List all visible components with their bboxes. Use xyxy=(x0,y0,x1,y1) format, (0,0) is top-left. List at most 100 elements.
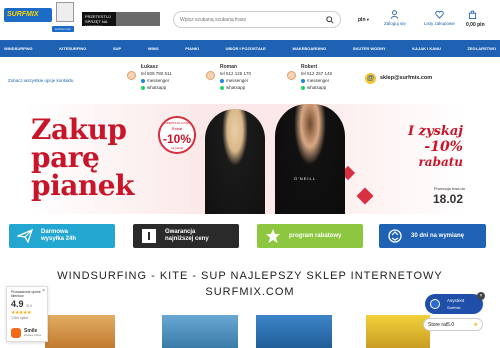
hero-offer-line3: rabatu xyxy=(418,155,463,169)
search-input[interactable] xyxy=(180,17,320,23)
nav-item-ubior[interactable]: Ubiór i pozostałe xyxy=(225,40,265,57)
category-thumbnail[interactable] xyxy=(45,315,115,348)
chat-title: Asystent xyxy=(447,298,465,303)
feature-line1: 30 dni na wymianę xyxy=(411,233,465,239)
heart-icon xyxy=(435,10,444,19)
nav-item-kitesurfing[interactable]: Kitesurfing xyxy=(59,40,86,57)
hero-headline-line3: pianek xyxy=(31,169,134,202)
chevron-down-icon: ▾ xyxy=(366,17,369,22)
main-nav: Windsurfing Kitesurfing SUP Wing Pianki … xyxy=(0,40,500,57)
smile-logo-icon xyxy=(11,328,21,338)
messenger-icon xyxy=(220,78,224,83)
badge-mid-text: Rabat xyxy=(171,126,183,131)
messenger-link[interactable]: messenger xyxy=(220,78,248,83)
contact-phone[interactable]: tel 512 125 170 xyxy=(220,71,251,76)
cart-link[interactable] xyxy=(468,10,477,21)
nav-item-wakeboarding[interactable]: Wakeboarding xyxy=(292,40,326,57)
currency-selector[interactable]: pln ▾ xyxy=(358,17,369,23)
promo-banner-image xyxy=(116,12,160,26)
promo-banner[interactable]: PRZETESTUJ SPRZĘT NA MIEJSCU xyxy=(82,12,160,29)
logo-box xyxy=(56,2,74,22)
discount-program-button[interactable]: program rabatowy xyxy=(257,224,363,248)
feature-line2: najniższej ceny xyxy=(165,236,209,242)
shield-icon xyxy=(142,229,156,243)
nav-item-skuter-wodny[interactable]: Skuter wodny xyxy=(353,40,386,57)
promo-until-label: Promocja trwa do xyxy=(433,186,465,191)
whatsapp-link[interactable]: whatsapp xyxy=(141,85,166,90)
search-bar[interactable] xyxy=(173,11,341,28)
reviews-count: 1284 opinii xyxy=(11,316,28,320)
whatsapp-link[interactable]: whatsapp xyxy=(220,85,245,90)
discount-badge: OFERTA DLA PAR Rabat -10% na pianki xyxy=(158,116,196,154)
site-header: SURFMIX surfmix.com PRZETESTUJ SPRZĘT NA… xyxy=(0,0,500,40)
email-address: sklep@surfmix.com xyxy=(380,75,433,81)
whatsapp-label: whatsapp xyxy=(147,85,167,90)
messenger-label: messenger xyxy=(226,78,249,83)
hero-headline-line1: Zakup xyxy=(31,113,127,146)
search-icon[interactable] xyxy=(326,16,334,24)
logo-subtext: surfmix.com xyxy=(52,26,74,32)
messenger-label: messenger xyxy=(307,78,330,83)
reviews-widget[interactable]: × Prowadzone opinie klientów 4.9 /5.0 ★★… xyxy=(6,286,48,342)
chat-icon xyxy=(430,299,440,309)
site-logo[interactable]: SURFMIX xyxy=(4,8,52,22)
reviews-brand: Smile Zaufane Opinie xyxy=(11,327,45,339)
wishlist-label: Listy zakupowe xyxy=(424,21,455,26)
chat-assistant-button[interactable]: Asystent Surfmix xyxy=(425,294,483,314)
shopping-bag-icon xyxy=(468,10,477,19)
feature-line1: program rabatowy xyxy=(289,233,342,239)
exchange-icon xyxy=(388,229,402,243)
category-thumbnail[interactable] xyxy=(256,315,332,348)
whatsapp-label: whatsapp xyxy=(226,85,246,90)
close-icon[interactable]: × xyxy=(42,288,45,294)
nav-item-pianki[interactable]: Pianki xyxy=(185,40,199,57)
page-title-line1: WINDSURFING - KITE - SUP NAJLEPSZY SKLEP… xyxy=(57,270,443,282)
lowest-price-guarantee-button[interactable]: Gwarancja najniższej ceny xyxy=(133,224,239,248)
category-thumbnail[interactable] xyxy=(366,315,430,348)
email-icon: @ xyxy=(365,73,376,84)
nav-item-kajak[interactable]: Kajak i kanu xyxy=(412,40,441,57)
contact-name: Roman xyxy=(220,64,237,70)
badge-value: -10% xyxy=(162,132,191,146)
nav-item-windsurfing[interactable]: Windsurfing xyxy=(4,40,33,57)
whatsapp-link[interactable]: whatsapp xyxy=(301,85,326,90)
whatsapp-icon xyxy=(141,85,145,90)
whatsapp-icon xyxy=(301,85,305,90)
hero-banner[interactable]: Zakup parę pianek OFERTA DLA PAR Rabat -… xyxy=(25,104,465,214)
nav-item-zeglarstwo[interactable]: Żeglarstwo xyxy=(468,40,496,57)
hero-offer-line1: I zyskaj xyxy=(408,124,463,139)
hero-offer-text: I zyskaj -10% rabatu xyxy=(367,124,463,169)
reviews-score-max: /5.0 xyxy=(26,304,32,308)
star-icon: ★ xyxy=(473,322,478,328)
free-shipping-button[interactable]: Darmowa wysyłka 24h xyxy=(9,224,115,248)
messenger-link[interactable]: messenger xyxy=(301,78,329,83)
page-title-line2: SURFMIX.COM xyxy=(205,286,295,298)
model-man-image xyxy=(275,104,345,214)
messenger-label: messenger xyxy=(147,78,170,83)
contact-phone[interactable]: tel 512 257 145 xyxy=(301,71,332,76)
chat-close-button[interactable]: × xyxy=(477,292,485,300)
whatsapp-label: whatsapp xyxy=(307,85,327,90)
contact-phone[interactable]: tel 509 780 511 xyxy=(141,71,172,76)
store-rating-badge[interactable]: Store rat5.0 ★ xyxy=(423,318,483,331)
brand-logo-text: O'NEILL xyxy=(294,176,316,181)
whatsapp-icon xyxy=(220,85,224,90)
promo-banner-text: PRZETESTUJ SPRZĘT NA MIEJSCU xyxy=(85,14,111,29)
cart-total: 0,00 pln xyxy=(466,22,485,28)
user-icon xyxy=(390,10,399,19)
avatar xyxy=(206,71,215,80)
category-thumbnail[interactable] xyxy=(162,315,238,348)
account-link[interactable]: Zaloguj się xyxy=(384,10,406,26)
messenger-link[interactable]: messenger xyxy=(141,78,169,83)
feature-line2: wysyłka 24h xyxy=(41,236,77,242)
wishlist-link[interactable]: Listy zakupowe xyxy=(424,10,455,26)
nav-item-wing[interactable]: Wing xyxy=(148,40,159,57)
page-title: WINDSURFING - KITE - SUP NAJLEPSZY SKLEP… xyxy=(0,268,500,300)
nav-item-sup[interactable]: SUP xyxy=(113,40,121,57)
messenger-icon xyxy=(301,78,305,83)
email-contact[interactable]: @ sklep@surfmix.com xyxy=(365,73,445,85)
contact-name: Robert xyxy=(301,64,318,70)
account-label: Zaloguj się xyxy=(384,21,406,26)
exchange-30-days-button[interactable]: 30 dni na wymianę xyxy=(379,224,486,248)
all-contact-options-link[interactable]: Zobacz wszystkie opcje kontaktu xyxy=(8,78,74,83)
